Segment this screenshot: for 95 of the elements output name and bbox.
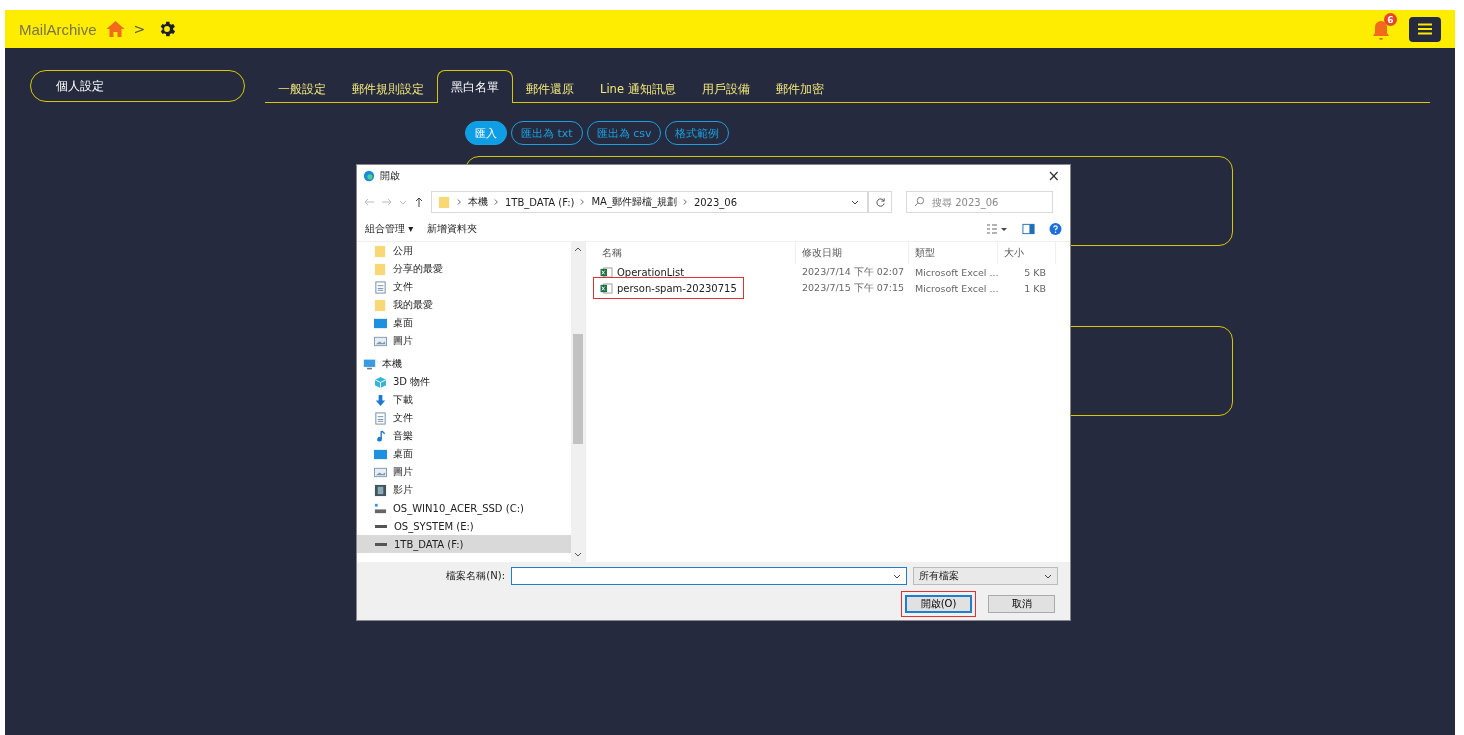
file-name-label: 檔案名稱(N):	[446, 569, 505, 583]
preview-pane-icon[interactable]	[1022, 223, 1035, 235]
cancel-button[interactable]: 取消	[988, 595, 1055, 613]
chevron-icon	[457, 198, 462, 206]
tab[interactable]: 郵件還原	[513, 76, 587, 103]
column-header[interactable]: 類型	[909, 242, 998, 264]
file-modified: 2023/7/15 下午 07:15	[801, 281, 906, 295]
refresh-icon	[874, 196, 886, 208]
nav-item[interactable]: 下載	[393, 393, 413, 407]
caret-icon	[893, 572, 901, 580]
file-type: Microsoft Excel ...	[914, 266, 998, 278]
column-header[interactable]: 修改日期	[796, 242, 909, 264]
file-modified: 2023/7/14 下午 02:07	[801, 265, 906, 279]
nav-item[interactable]: 桌面	[393, 316, 413, 330]
nav-item[interactable]: OS_WIN10_ACER_SSD (C:)	[393, 502, 524, 514]
tab[interactable]: 郵件規則設定	[339, 76, 437, 103]
file-name[interactable]: OperationList	[617, 266, 685, 278]
brand-name[interactable]: MailArchive	[19, 20, 97, 38]
nav-item[interactable]: 3D 物件	[393, 375, 431, 389]
chevron-icon	[494, 198, 499, 206]
film-icon	[374, 483, 387, 497]
column-header[interactable]: 大小	[998, 242, 1056, 264]
computer-icon	[363, 357, 376, 371]
refresh-button[interactable]	[868, 191, 892, 213]
up-arrow-icon[interactable]	[413, 196, 425, 208]
drive-icon	[374, 501, 387, 515]
folder-icon	[374, 298, 387, 312]
file-type-dropdown[interactable]: 所有檔案	[913, 567, 1058, 585]
file-size: 5 KB	[1023, 266, 1047, 278]
tab[interactable]: 用戶設備	[688, 76, 763, 103]
nav-item[interactable]: OS_SYSTEM (E:)	[394, 520, 474, 532]
nav-item[interactable]: 音樂	[393, 429, 413, 443]
toolbar-button[interactable]: 組合管理 ▾	[365, 222, 414, 236]
nav-item[interactable]: 圖片	[393, 465, 413, 479]
caret-icon[interactable]	[851, 198, 859, 206]
nav-item[interactable]: 文件	[393, 280, 413, 294]
nav-item[interactable]: 影片	[393, 483, 413, 497]
breadcrumb-separator: >	[133, 21, 146, 37]
scroll-down-icon[interactable]	[574, 552, 582, 558]
nav-item[interactable]: 我的最愛	[393, 298, 433, 312]
drive-icon	[375, 542, 387, 546]
view-options-icon[interactable]	[986, 223, 1008, 235]
nav-item[interactable]: 桌面	[393, 447, 413, 461]
nav-item[interactable]: 公用	[393, 244, 413, 258]
tab[interactable]: Line 通知訊息	[587, 76, 689, 103]
spreadsheet-file-icon	[600, 282, 613, 294]
desktop-icon	[374, 447, 387, 461]
spreadsheet-file-icon	[600, 266, 613, 278]
file-size: 1 KB	[1023, 282, 1047, 294]
nav-item[interactable]: 圖片	[393, 334, 413, 348]
nav-item[interactable]: 分享的最愛	[393, 262, 443, 276]
open-button[interactable]: 開啟(O)	[905, 595, 972, 613]
pictures-icon	[374, 465, 387, 479]
pictures-icon	[374, 334, 387, 348]
column-header[interactable]: 名稱	[596, 242, 796, 264]
toolbar-button[interactable]: 新增資料夾	[427, 222, 478, 236]
browser-logo-icon	[363, 170, 375, 182]
path-segment[interactable]: MA_郵件歸檔_規劃	[591, 195, 677, 209]
dialog-title: 開啟	[380, 169, 400, 183]
chevron-icon	[682, 198, 688, 206]
nav-item[interactable]: 文件	[393, 411, 413, 425]
scroll-up-icon[interactable]	[574, 246, 582, 252]
search-field[interactable]: 搜尋 2023_06	[906, 191, 1053, 213]
menu-button[interactable]	[1409, 16, 1441, 42]
chevron-icon	[580, 198, 586, 206]
help-icon[interactable]	[1049, 223, 1062, 235]
desktop-icon	[374, 316, 387, 330]
tab[interactable]: 郵件加密	[762, 76, 837, 103]
home-icon[interactable]	[104, 20, 126, 38]
path-segment[interactable]: 本機	[468, 195, 488, 209]
notification-badge: 6	[1384, 13, 1397, 26]
folder-icon	[438, 195, 451, 209]
tab[interactable]: 一般設定	[265, 76, 339, 103]
close-button[interactable]: ×	[1043, 167, 1064, 185]
path-segment[interactable]: 1TB_DATA (F:)	[505, 196, 575, 208]
file-type: Microsoft Excel ...	[914, 282, 998, 294]
caret-icon	[1044, 572, 1052, 580]
folder-icon	[374, 244, 387, 258]
download-icon	[374, 393, 387, 407]
cube-icon	[374, 375, 387, 389]
folder-icon	[374, 262, 387, 276]
scrollbar[interactable]	[571, 242, 585, 562]
tab[interactable]: 黑白名單	[437, 70, 513, 103]
file-name-field[interactable]	[511, 567, 907, 585]
document-icon	[374, 280, 387, 294]
file-name[interactable]: person-spam-20230715	[617, 282, 737, 294]
path-segment[interactable]: 2023_06	[693, 196, 738, 208]
address-bar[interactable]: 本機 1TB_DATA (F:) MA_郵件歸檔_規劃 2023_06	[431, 191, 868, 213]
menu-icon	[1417, 23, 1433, 35]
document-icon	[374, 411, 387, 425]
music-note-icon	[374, 429, 387, 443]
scrollbar-thumb[interactable]	[573, 334, 583, 444]
drive-icon	[375, 524, 387, 528]
nav-item[interactable]: 本機	[382, 357, 402, 371]
search-icon	[914, 196, 925, 207]
